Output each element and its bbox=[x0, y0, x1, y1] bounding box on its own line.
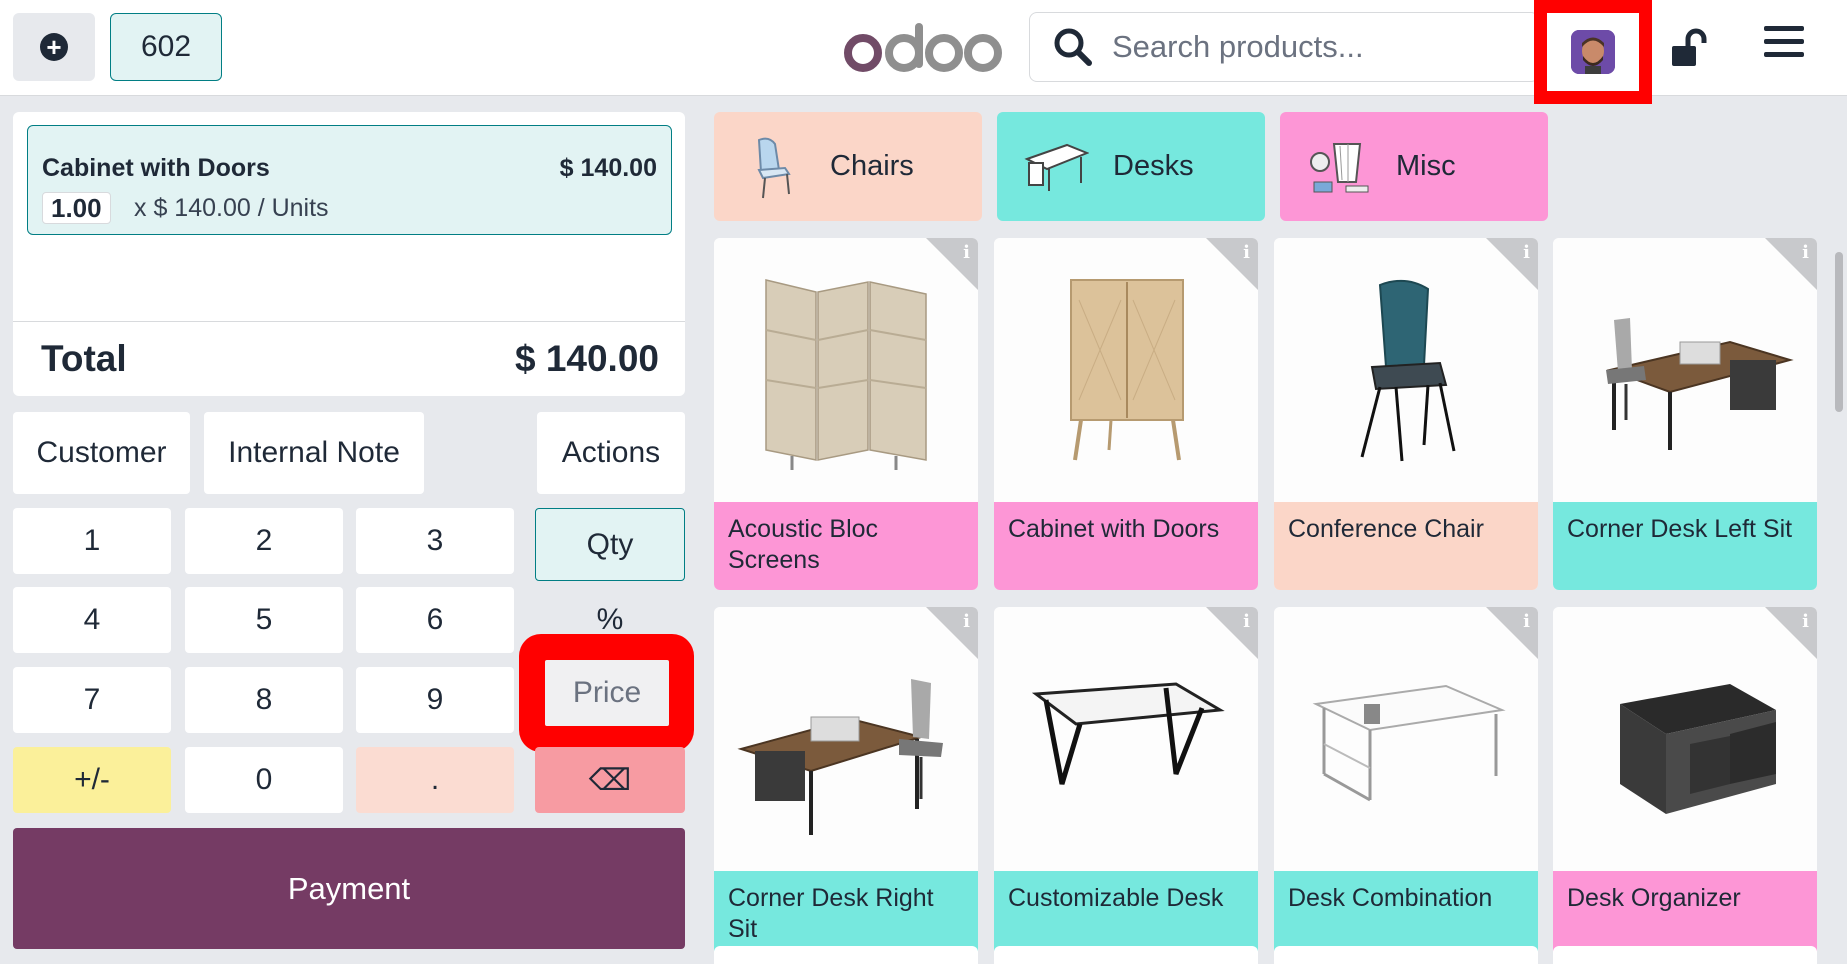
category-label: Chairs bbox=[830, 150, 914, 182]
product-card-acoustic-bloc-screens[interactable]: i Acoustic Bloc Screens bbox=[714, 238, 978, 590]
numpad-key-6[interactable]: 6 bbox=[356, 587, 514, 653]
info-corner bbox=[1486, 607, 1538, 659]
desk-icon bbox=[1023, 134, 1089, 200]
numpad-key-2[interactable]: 2 bbox=[185, 508, 343, 574]
numpad-key-0[interactable]: 0 bbox=[185, 747, 343, 813]
info-corner bbox=[926, 238, 978, 290]
info-icon[interactable]: i bbox=[1523, 611, 1530, 632]
backspace-icon: ⌫ bbox=[588, 763, 632, 797]
order-tab-602[interactable]: 602 bbox=[110, 13, 222, 81]
product-name: Corner Desk Left Sit bbox=[1553, 502, 1817, 590]
product-card-partial[interactable] bbox=[1553, 946, 1817, 964]
new-order-button[interactable]: + bbox=[13, 13, 95, 81]
category-label: Desks bbox=[1113, 150, 1194, 182]
order-line-quantity: 1.00 bbox=[42, 192, 111, 224]
product-card-conference-chair[interactable]: i Conference Chair bbox=[1274, 238, 1538, 590]
avatar bbox=[1571, 30, 1615, 74]
product-card-partial[interactable] bbox=[994, 946, 1258, 964]
total-value: $ 140.00 bbox=[514, 338, 659, 379]
plus-circle-icon: + bbox=[40, 33, 68, 61]
qty-mode-button[interactable]: Qty bbox=[535, 508, 685, 581]
plus-minus-key[interactable]: +/- bbox=[13, 747, 171, 813]
misc-items-icon bbox=[1306, 134, 1372, 200]
hamburger-menu-icon[interactable] bbox=[1764, 26, 1804, 66]
order-line-unit-price: x $ 140.00 / Units bbox=[134, 194, 329, 222]
unlock-icon[interactable] bbox=[1668, 28, 1708, 68]
info-corner bbox=[1765, 607, 1817, 659]
actions-button[interactable]: Actions bbox=[537, 412, 685, 494]
product-card-desk-organizer[interactable]: i Desk Organizer bbox=[1553, 607, 1817, 959]
info-icon[interactable]: i bbox=[963, 242, 970, 263]
total-label: Total bbox=[41, 338, 127, 379]
numpad-key-1[interactable]: 1 bbox=[13, 508, 171, 574]
info-icon[interactable]: i bbox=[1802, 611, 1809, 632]
internal-note-button[interactable]: Internal Note bbox=[204, 412, 424, 494]
customer-button[interactable]: Customer bbox=[13, 412, 190, 494]
numpad-key-8[interactable]: 8 bbox=[185, 667, 343, 733]
decimal-point-key[interactable]: . bbox=[356, 747, 514, 813]
product-name: Cabinet with Doors bbox=[994, 502, 1258, 590]
top-bar: + 602 bbox=[0, 0, 1847, 104]
numpad-key-9[interactable]: 9 bbox=[356, 667, 514, 733]
product-card-partial[interactable] bbox=[714, 946, 978, 964]
category-desks[interactable]: Desks bbox=[997, 112, 1265, 221]
search-icon bbox=[1054, 28, 1092, 66]
numpad-key-5[interactable]: 5 bbox=[185, 587, 343, 653]
numpad-key-4[interactable]: 4 bbox=[13, 587, 171, 653]
price-mode-button[interactable]: Price bbox=[545, 660, 669, 726]
info-corner bbox=[1206, 238, 1258, 290]
product-card-customizable-desk[interactable]: i Customizable Desk bbox=[994, 607, 1258, 959]
payment-button[interactable]: Payment bbox=[13, 828, 685, 949]
info-icon[interactable]: i bbox=[1243, 242, 1250, 263]
order-line-price: $ 140.00 bbox=[559, 154, 657, 182]
numpad-key-3[interactable]: 3 bbox=[356, 508, 514, 574]
info-icon[interactable]: i bbox=[1523, 242, 1530, 263]
category-chairs[interactable]: Chairs bbox=[714, 112, 982, 221]
product-name: Acoustic Bloc Screens bbox=[714, 502, 978, 590]
product-card-corner-desk-right-sit[interactable]: i Corner Desk Right Sit bbox=[714, 607, 978, 959]
product-list-scrollbar[interactable] bbox=[1835, 252, 1843, 412]
info-corner bbox=[1486, 238, 1538, 290]
product-card-cabinet-with-doors[interactable]: i Cabinet with Doors bbox=[994, 238, 1258, 590]
product-search-box[interactable] bbox=[1029, 12, 1539, 82]
chair-icon bbox=[740, 134, 806, 200]
odoo-logo bbox=[843, 14, 1003, 80]
category-misc[interactable]: Misc bbox=[1280, 112, 1548, 221]
product-card-desk-combination[interactable]: i Desk Combination bbox=[1274, 607, 1538, 959]
odoo-logo-icon bbox=[844, 23, 1002, 72]
info-icon[interactable]: i bbox=[1802, 242, 1809, 263]
info-corner bbox=[926, 607, 978, 659]
product-name: Conference Chair bbox=[1274, 502, 1538, 590]
info-corner bbox=[1206, 607, 1258, 659]
cashier-avatar-button[interactable] bbox=[1534, 0, 1652, 104]
divider bbox=[13, 321, 685, 322]
backspace-key[interactable]: ⌫ bbox=[535, 747, 685, 813]
order-line-selected[interactable]: Cabinet with Doors $ 140.00 1.00 x $ 140… bbox=[27, 125, 672, 235]
order-line-product-name: Cabinet with Doors bbox=[42, 154, 270, 182]
user-avatar-icon bbox=[1571, 30, 1615, 74]
category-label: Misc bbox=[1396, 150, 1456, 182]
product-card-partial[interactable] bbox=[1274, 946, 1538, 964]
order-summary-panel: Cabinet with Doors $ 140.00 1.00 x $ 140… bbox=[13, 112, 685, 396]
info-icon[interactable]: i bbox=[1243, 611, 1250, 632]
info-icon[interactable]: i bbox=[963, 611, 970, 632]
search-input[interactable] bbox=[1112, 29, 1512, 65]
numpad-key-7[interactable]: 7 bbox=[13, 667, 171, 733]
info-corner bbox=[1765, 238, 1817, 290]
product-card-corner-desk-left-sit[interactable]: i Corner Desk Left Sit bbox=[1553, 238, 1817, 590]
